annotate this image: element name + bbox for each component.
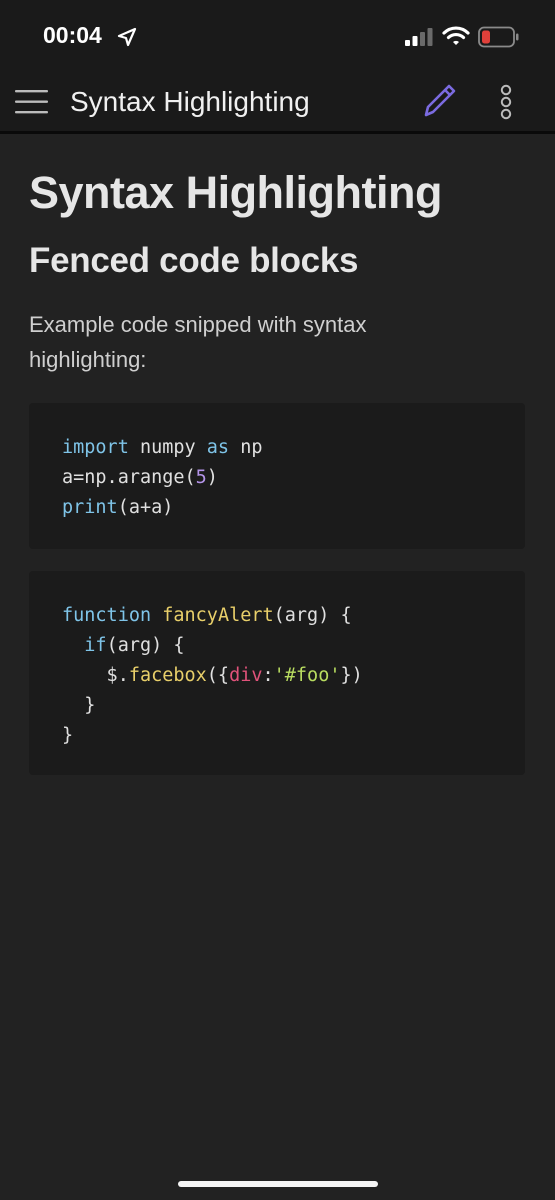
code-text: }: [62, 725, 74, 746]
code-text: (arg) {: [273, 605, 352, 626]
code-line: if(arg) {: [62, 631, 492, 661]
home-indicator[interactable]: [178, 1181, 378, 1187]
document-heading-1: Syntax Highlighting: [29, 167, 443, 218]
document-heading-2: Fenced code blocks: [29, 241, 359, 280]
code-keyword: if: [84, 635, 107, 656]
code-function: facebox: [128, 665, 207, 686]
code-text: (arg) {: [106, 635, 185, 656]
code-string: '#foo': [273, 665, 341, 686]
code-property: div: [229, 665, 263, 686]
code-line: }: [62, 721, 492, 751]
code-function: fancyAlert: [162, 605, 274, 626]
code-text: a=np.arange(: [62, 467, 196, 488]
code-text: }): [340, 665, 363, 686]
code-text: (a+a): [117, 497, 174, 518]
code-keyword: print: [62, 497, 118, 518]
app-bar: Syntax Highlighting: [0, 72, 555, 134]
code-text: }: [62, 695, 96, 716]
code-line: }: [62, 691, 492, 721]
code-line: import numpy as np: [62, 433, 492, 463]
code-block-python: import numpy as np a=np.arange(5) print(a+…: [29, 403, 525, 549]
more-vertical-icon[interactable]: [498, 84, 514, 125]
code-text: ({: [206, 665, 230, 686]
code-text: $.: [62, 665, 129, 686]
code-number: 5: [195, 467, 207, 488]
location-arrow-icon: [117, 27, 137, 52]
code-block-javascript: function fancyAlert(arg) { if(arg) { $.f…: [29, 571, 525, 775]
code-keyword: function: [62, 605, 152, 626]
code-line: $.facebox({div:'#foo'}): [62, 661, 492, 691]
code-line: function fancyAlert(arg) {: [62, 601, 492, 631]
document-paragraph: Example code snipped with syntax highlig…: [29, 312, 367, 372]
app-title: Syntax Highlighting: [70, 86, 310, 117]
cellular-signal-icon: [405, 28, 435, 51]
status-bar: 00:04: [0, 0, 555, 72]
code-text: :: [262, 665, 274, 686]
status-time: 00:04: [43, 22, 102, 48]
battery-low-icon: [478, 26, 520, 53]
code-keyword: as: [206, 437, 230, 458]
code-text: ): [206, 467, 218, 488]
code-line: print(a+a): [62, 493, 492, 523]
wifi-icon: [442, 25, 470, 52]
code-text: np: [229, 437, 263, 458]
code-line: a=np.arange(5): [62, 463, 492, 493]
code-keyword: import: [62, 437, 129, 458]
pencil-icon[interactable]: [420, 82, 458, 125]
document-content: Syntax Highlighting Fenced code blocks E…: [0, 137, 555, 775]
code-text: numpy: [128, 437, 207, 458]
hamburger-menu-icon[interactable]: [15, 88, 49, 121]
